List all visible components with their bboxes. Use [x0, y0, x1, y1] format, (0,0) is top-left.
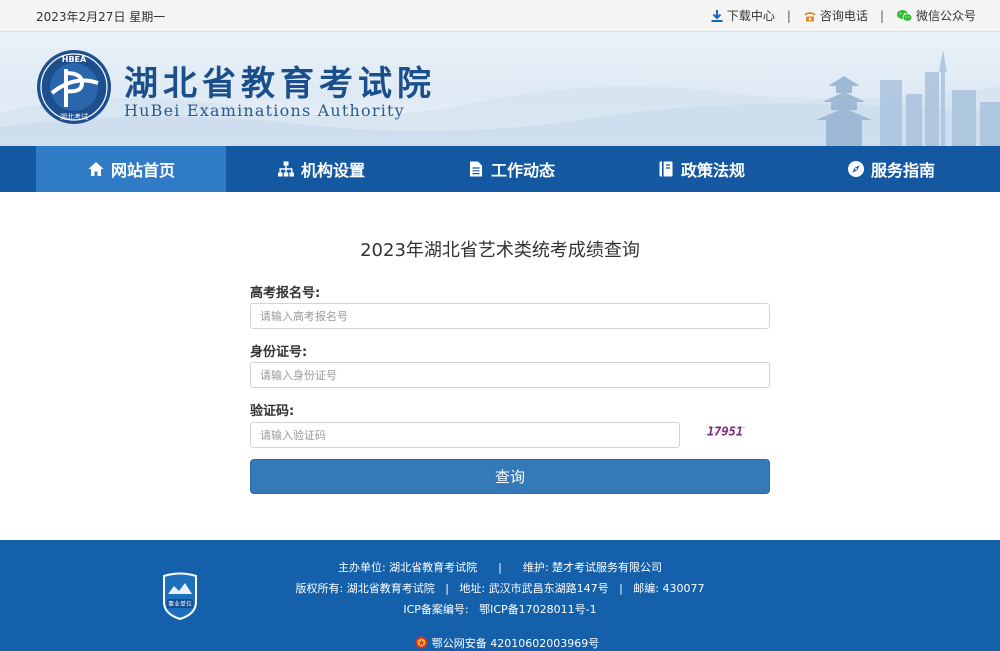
verification-code-label: 验证码: [250, 404, 295, 419]
top-bar: 2023年2月27日 星期一 下载中心 | 咨询电话 | 微信公众号 [0, 0, 1000, 32]
exam-number-label: 高考报名号: [250, 286, 321, 301]
nav-item-label: 服务指南 [870, 161, 935, 180]
query-form-title: 2023年湖北省艺术类统考成绩查询 [360, 240, 640, 261]
compass-icon [847, 161, 864, 177]
id-number-input[interactable] [250, 362, 770, 388]
nav-item-news[interactable]: 工作动态 [416, 146, 606, 192]
nav-item-label: 工作动态 [490, 161, 555, 180]
site-footer: 事业单位 主办单位: 湖北省教育考试院 | 维护: 楚才考试服务有限公司 版权所… [0, 540, 1000, 651]
nav-item-home[interactable]: 网站首页 [36, 146, 226, 192]
phone-icon [804, 11, 816, 21]
wechat-label: 微信公众号 [915, 9, 976, 23]
nav-item-organization[interactable]: 机构设置 [226, 146, 416, 192]
wechat-link[interactable]: 微信公众号 [896, 7, 976, 24]
home-icon [88, 162, 104, 176]
site-title: 湖北省教育考试院 [124, 64, 436, 104]
main-nav: 网站首页 机构设置 工作动态 政策法规 服务指南 [0, 146, 1000, 192]
logo-bottom-text: 湖北考试 [60, 112, 88, 121]
book-icon [659, 161, 673, 177]
hbea-logo: HBEA 湖北考试 [37, 50, 111, 124]
download-center-label: 下载中心 [726, 9, 775, 23]
footer-police-line[interactable]: 鄂公网安备 42010602003969号 [0, 622, 1000, 651]
download-center-link[interactable]: 下载中心 [710, 7, 775, 24]
nav-item-label: 网站首页 [110, 161, 175, 180]
id-number-label: 身份证号: [250, 345, 308, 360]
consult-phone-label: 咨询电话 [819, 9, 868, 23]
footer-icp-line[interactable]: ICP备案编号: 鄂ICP备17028011号-1 [0, 601, 1000, 617]
police-emblem-icon [415, 636, 428, 649]
current-date: 2023年2月27日 星期一 [36, 10, 166, 24]
logo-top-text: HBEA [62, 55, 87, 64]
captcha-text: 17951 [707, 425, 743, 439]
site-subtitle: HuBei Examinations Authority [124, 101, 405, 120]
top-separator: | [786, 8, 791, 23]
captcha-image[interactable]: 17951 [702, 421, 748, 441]
top-separator: | [879, 8, 884, 23]
header-banner: HBEA 湖北考试 湖北省教育考试院 HuBei Examinations Au… [0, 32, 1000, 146]
nav-item-label: 政策法规 [680, 161, 745, 180]
nav-item-label: 机构设置 [300, 161, 365, 180]
document-icon [469, 161, 482, 177]
exam-number-input[interactable] [250, 303, 770, 329]
footer-police-text: 鄂公网安备 42010602003969号 [431, 637, 600, 650]
verification-code-input[interactable] [250, 422, 680, 448]
nav-item-policy[interactable]: 政策法规 [606, 146, 796, 192]
query-button[interactable]: 查询 [250, 459, 770, 494]
org-chart-icon [277, 161, 294, 177]
footer-sponsor-line: 主办单位: 湖北省教育考试院 | 维护: 楚才考试服务有限公司 [337, 561, 663, 574]
top-links: 下载中心 | 咨询电话 | 微信公众号 [710, 7, 976, 24]
nav-item-service-guide[interactable]: 服务指南 [796, 146, 986, 192]
download-icon [711, 9, 723, 22]
footer-copyright-line: 版权所有: 湖北省教育考试院 | 地址: 武汉市武昌东湖路147号 | 邮编: … [295, 582, 705, 595]
consult-phone-link[interactable]: 咨询电话 [803, 7, 868, 24]
wechat-icon [896, 9, 913, 22]
